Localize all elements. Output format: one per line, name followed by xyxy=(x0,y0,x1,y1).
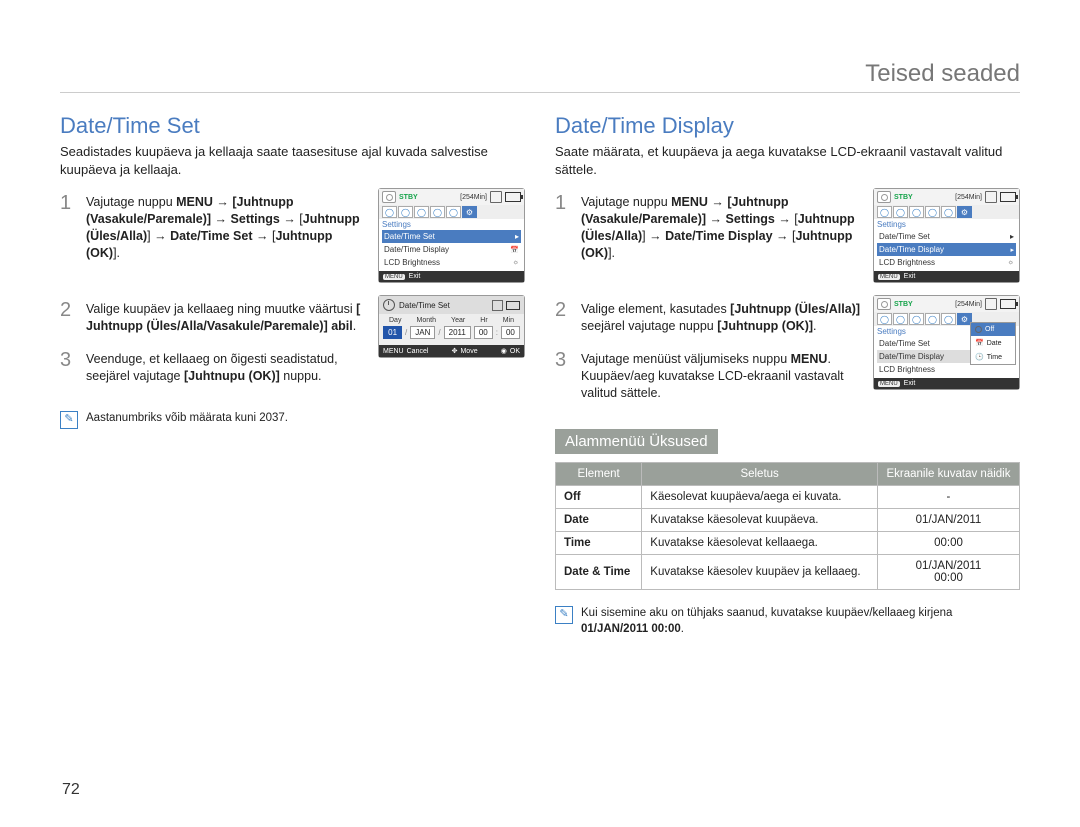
lcd-item-lcdb: LCD Brightness☼ xyxy=(877,256,1016,269)
year-value: 2011 xyxy=(444,326,471,339)
note-right: ✎ Kui sisemine aku on tühjaks saanud, ku… xyxy=(555,606,1020,637)
menu-tag-icon: MENU xyxy=(383,348,404,355)
lcd-figure: Date/Time Set DayMonthYearHrMin 01/ JAN/ xyxy=(378,295,525,395)
popup-time: 🕒Time xyxy=(971,350,1015,364)
note-text: Aastanumbriks võib määrata kuni 2037. xyxy=(86,411,288,427)
card-icon xyxy=(985,298,997,310)
step-number: 3 xyxy=(555,345,581,412)
title-date-time-set: Date/Time Set xyxy=(60,113,525,139)
lcd-dtdisp-popup: STBY [254Min] ◯◯◯◯◯⚙ Settings xyxy=(873,295,1020,390)
note-icon: ✎ xyxy=(555,606,573,624)
camera-icon xyxy=(877,191,891,203)
lcd-item-dtset: Date/Time Set▸ xyxy=(877,230,1016,243)
battery-icon xyxy=(1000,192,1016,202)
title-date-time-display: Date/Time Display xyxy=(555,113,1020,139)
lcd-dtset-editor: Date/Time Set DayMonthYearHrMin 01/ JAN/ xyxy=(378,295,525,358)
stby-label: STBY xyxy=(399,194,418,201)
stby-label: STBY xyxy=(894,194,913,201)
battery-icon xyxy=(506,301,520,310)
lcd-title: Date/Time Set xyxy=(399,301,450,310)
table-row: Time Kuvatakse käesolevat kellaaega. 00:… xyxy=(556,532,1020,555)
lcd-item-dtset: Date/Time Set▸ xyxy=(382,230,521,243)
steps-right: 1 Vajutage nuppu MENU → [Juhtnupp (Vasak… xyxy=(555,188,1020,411)
table-row: Date & Time Kuvatakse käesolev kuupäev j… xyxy=(556,555,1020,590)
page-header: Teised seaded xyxy=(60,60,1020,93)
day-value: 01 xyxy=(383,326,402,339)
lcd-item-dtdisp: Date/Time Display▸ xyxy=(877,243,1016,256)
hour-value: 00 xyxy=(474,326,493,339)
th-display: Ekraanile kuvatav näidik xyxy=(877,463,1019,486)
lcd-footer: MENUCancel ✥Move ◉OK xyxy=(379,345,524,357)
menu-tag-icon: MENU xyxy=(383,274,405,280)
lcd-category: Settings xyxy=(877,219,1016,230)
step-number: 2 xyxy=(60,295,86,345)
settings-tab-icon: ⚙ xyxy=(957,206,972,218)
table-row: Date Kuvatakse käesolevat kuupäeva. 01/J… xyxy=(556,509,1020,532)
lcd-item-dtdisp: Date/Time Display📅 xyxy=(382,243,521,256)
page-number: 72 xyxy=(62,781,80,799)
month-value: JAN xyxy=(410,326,435,339)
col-date-time-display: Date/Time Display Saate määrata, et kuup… xyxy=(555,113,1020,638)
clock-icon xyxy=(383,299,395,311)
lcd-figure: STBY [254Min] ◯◯◯◯◯⚙ Settings xyxy=(873,295,1020,411)
step-text: Veenduge, et kellaaeg on õigesti seadist… xyxy=(86,345,378,395)
th-element: Element xyxy=(556,463,642,486)
settings-tab-icon: ⚙ xyxy=(462,206,477,218)
submenu-table: Element Seletus Ekraanile kuvatav näidik… xyxy=(555,462,1020,590)
lcd-settings-dtdisp: STBY [254Min] ◯◯◯◯◯⚙ Settings xyxy=(873,188,1020,283)
lcd-item-lcdb: LCD Brightness☼ xyxy=(382,256,521,269)
th-desc: Seletus xyxy=(642,463,878,486)
category-tabs: ◯◯◯◯◯⚙ xyxy=(874,205,1019,219)
step-number: 1 xyxy=(555,188,581,295)
intro-left: Seadistades kuupäeva ja kellaaja saate t… xyxy=(60,143,525,178)
stby-label: STBY xyxy=(894,301,913,308)
card-icon xyxy=(985,191,997,203)
lcd-footer: MENUExit xyxy=(874,378,1019,389)
card-icon xyxy=(492,300,503,311)
battery-icon xyxy=(505,192,521,202)
content-columns: Date/Time Set Seadistades kuupäeva ja ke… xyxy=(60,113,1020,638)
popup-menu: Off 📅Date 🕒Time xyxy=(970,322,1016,365)
lcd-figure: STBY [254Min] ◯◯◯◯◯⚙ Settings xyxy=(378,188,525,295)
date-labels: DayMonthYearHrMin xyxy=(379,314,524,324)
ok-icon: ◉ xyxy=(501,347,507,355)
date-values: 01/ JAN/ 2011 00: 00 xyxy=(379,324,524,345)
category-tabs: ◯◯◯◯◯⚙ xyxy=(379,205,524,219)
camera-icon xyxy=(382,191,396,203)
col-date-time-set: Date/Time Set Seadistades kuupäeva ja ke… xyxy=(60,113,525,638)
step-text: Vajutage nuppu MENU → [Juhtnupp (Vasakul… xyxy=(581,188,873,295)
step-number: 2 xyxy=(555,295,581,345)
table-row: Off Käesolevat kuupäeva/aega ei kuvata. … xyxy=(556,486,1020,509)
note-text: Kui sisemine aku on tühjaks saanud, kuva… xyxy=(581,606,1020,637)
step-number: 3 xyxy=(60,345,86,395)
card-icon xyxy=(490,191,502,203)
lcd-footer: MENUExit xyxy=(379,271,524,282)
popup-off: Off xyxy=(971,323,1015,336)
lcd-category: Settings xyxy=(382,219,521,230)
battery-icon xyxy=(1000,299,1016,309)
note-icon: ✎ xyxy=(60,411,78,429)
lcd-footer: MENUExit xyxy=(874,271,1019,282)
rec-time: [254Min] xyxy=(955,194,982,201)
rec-time: [254Min] xyxy=(955,301,982,308)
move-icon: ✥ xyxy=(452,347,458,355)
step-text: Valige kuupäev ja kellaaeg ning muutke v… xyxy=(86,295,378,345)
intro-right: Saate määrata, et kuupäeva ja aega kuvat… xyxy=(555,143,1020,178)
camera-icon xyxy=(877,298,891,310)
lcd-figure: STBY [254Min] ◯◯◯◯◯⚙ Settings xyxy=(873,188,1020,295)
rec-time: [254Min] xyxy=(460,194,487,201)
step-number: 1 xyxy=(60,188,86,295)
min-value: 00 xyxy=(501,326,520,339)
steps-left: 1 Vajutage nuppu MENU → [Juhtnupp (Vasak… xyxy=(60,188,525,395)
step-text: Vajutage nuppu MENU → [Juhtnupp (Vasakul… xyxy=(86,188,378,295)
table-header-row: Element Seletus Ekraanile kuvatav näidik xyxy=(556,463,1020,486)
step-text: Valige element, kasutades [Juhtnupp (Üle… xyxy=(581,295,873,345)
note-left: ✎ Aastanumbriks võib määrata kuni 2037. xyxy=(60,411,525,429)
menu-tag-icon: MENU xyxy=(878,274,900,280)
submenu-heading: Alammenüü Üksused xyxy=(555,429,718,454)
popup-date: 📅Date xyxy=(971,336,1015,350)
step-text: Vajutage menüüst väljumiseks nuppu MENU.… xyxy=(581,345,873,412)
menu-tag-icon: MENU xyxy=(878,381,900,387)
lcd-settings-dtset: STBY [254Min] ◯◯◯◯◯⚙ Settings xyxy=(378,188,525,283)
